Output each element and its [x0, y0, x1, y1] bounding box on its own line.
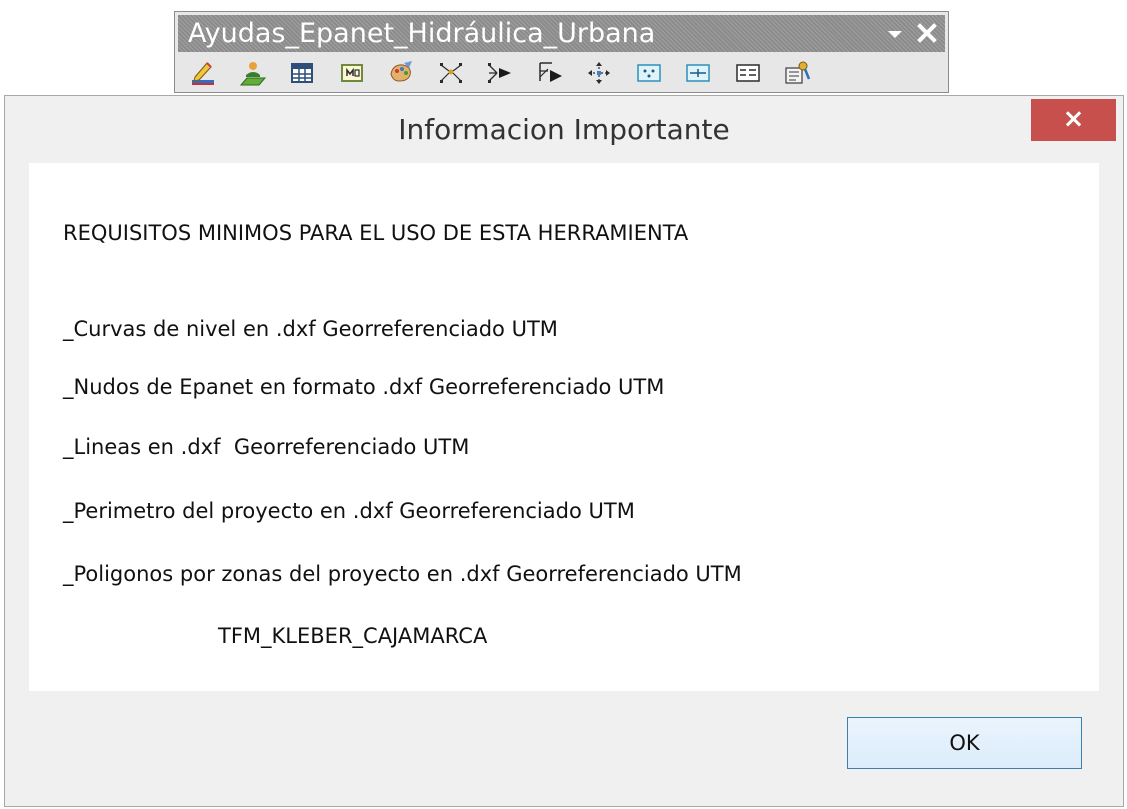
dialog-titlebar[interactable]: Informacion Importante × — [5, 96, 1123, 160]
dialog-title: Informacion Importante — [398, 113, 730, 146]
edit-pencil-icon[interactable] — [189, 59, 217, 87]
close-icon[interactable] — [914, 20, 940, 46]
requirement-item: _Nudos de Epanet en formato .dxf Georref… — [63, 375, 665, 399]
floating-toolbar: Ayudas_Epanet_Hidráulica_Urbana — [174, 11, 949, 93]
requirement-item: _Poligonos por zonas del proyecto en .dx… — [63, 562, 742, 586]
move-nodes-icon[interactable] — [585, 59, 613, 87]
line-grid-icon[interactable] — [684, 59, 712, 87]
paint-palette-icon[interactable] — [387, 59, 415, 87]
dialog-footer: OK — [5, 691, 1123, 806]
list-fields-icon[interactable] — [734, 59, 762, 87]
toolbar-titlebar[interactable]: Ayudas_Epanet_Hidráulica_Urbana — [178, 15, 945, 52]
toolbar-title: Ayudas_Epanet_Hidráulica_Urbana — [188, 18, 656, 49]
dialog-message-panel: REQUISITOS MINIMOS PARA EL USO DE ESTA H… — [29, 163, 1099, 691]
dropdown-arrow-icon[interactable] — [885, 26, 905, 42]
toolbar-icon-row — [189, 59, 811, 87]
information-dialog: Informacion Importante × REQUISITOS MINI… — [4, 95, 1124, 807]
scatter-points-icon[interactable] — [437, 59, 465, 87]
settings-tool-icon[interactable] — [783, 59, 811, 87]
author-signature: TFM_KLEBER_CAJAMARCA — [218, 624, 488, 648]
requirement-item: _Lineas en .dxf Georreferenciado UTM — [63, 435, 470, 459]
ok-button[interactable]: OK — [847, 717, 1082, 769]
add-user-icon[interactable] — [239, 59, 267, 87]
requirements-heading: REQUISITOS MINIMOS PARA EL USO DE ESTA H… — [63, 221, 689, 245]
map-sheet-icon[interactable] — [338, 59, 366, 87]
dialog-close-button[interactable]: × — [1031, 99, 1116, 141]
node-grid-icon[interactable] — [635, 59, 663, 87]
close-icon: × — [1062, 104, 1085, 134]
flow-arrow-icon[interactable] — [486, 59, 514, 87]
requirement-item: _Curvas de nivel en .dxf Georreferenciad… — [63, 317, 558, 341]
requirement-item: _Perimetro del proyecto en .dxf Georrefe… — [63, 499, 635, 523]
select-arrow-icon[interactable] — [536, 59, 564, 87]
table-icon[interactable] — [288, 59, 316, 87]
